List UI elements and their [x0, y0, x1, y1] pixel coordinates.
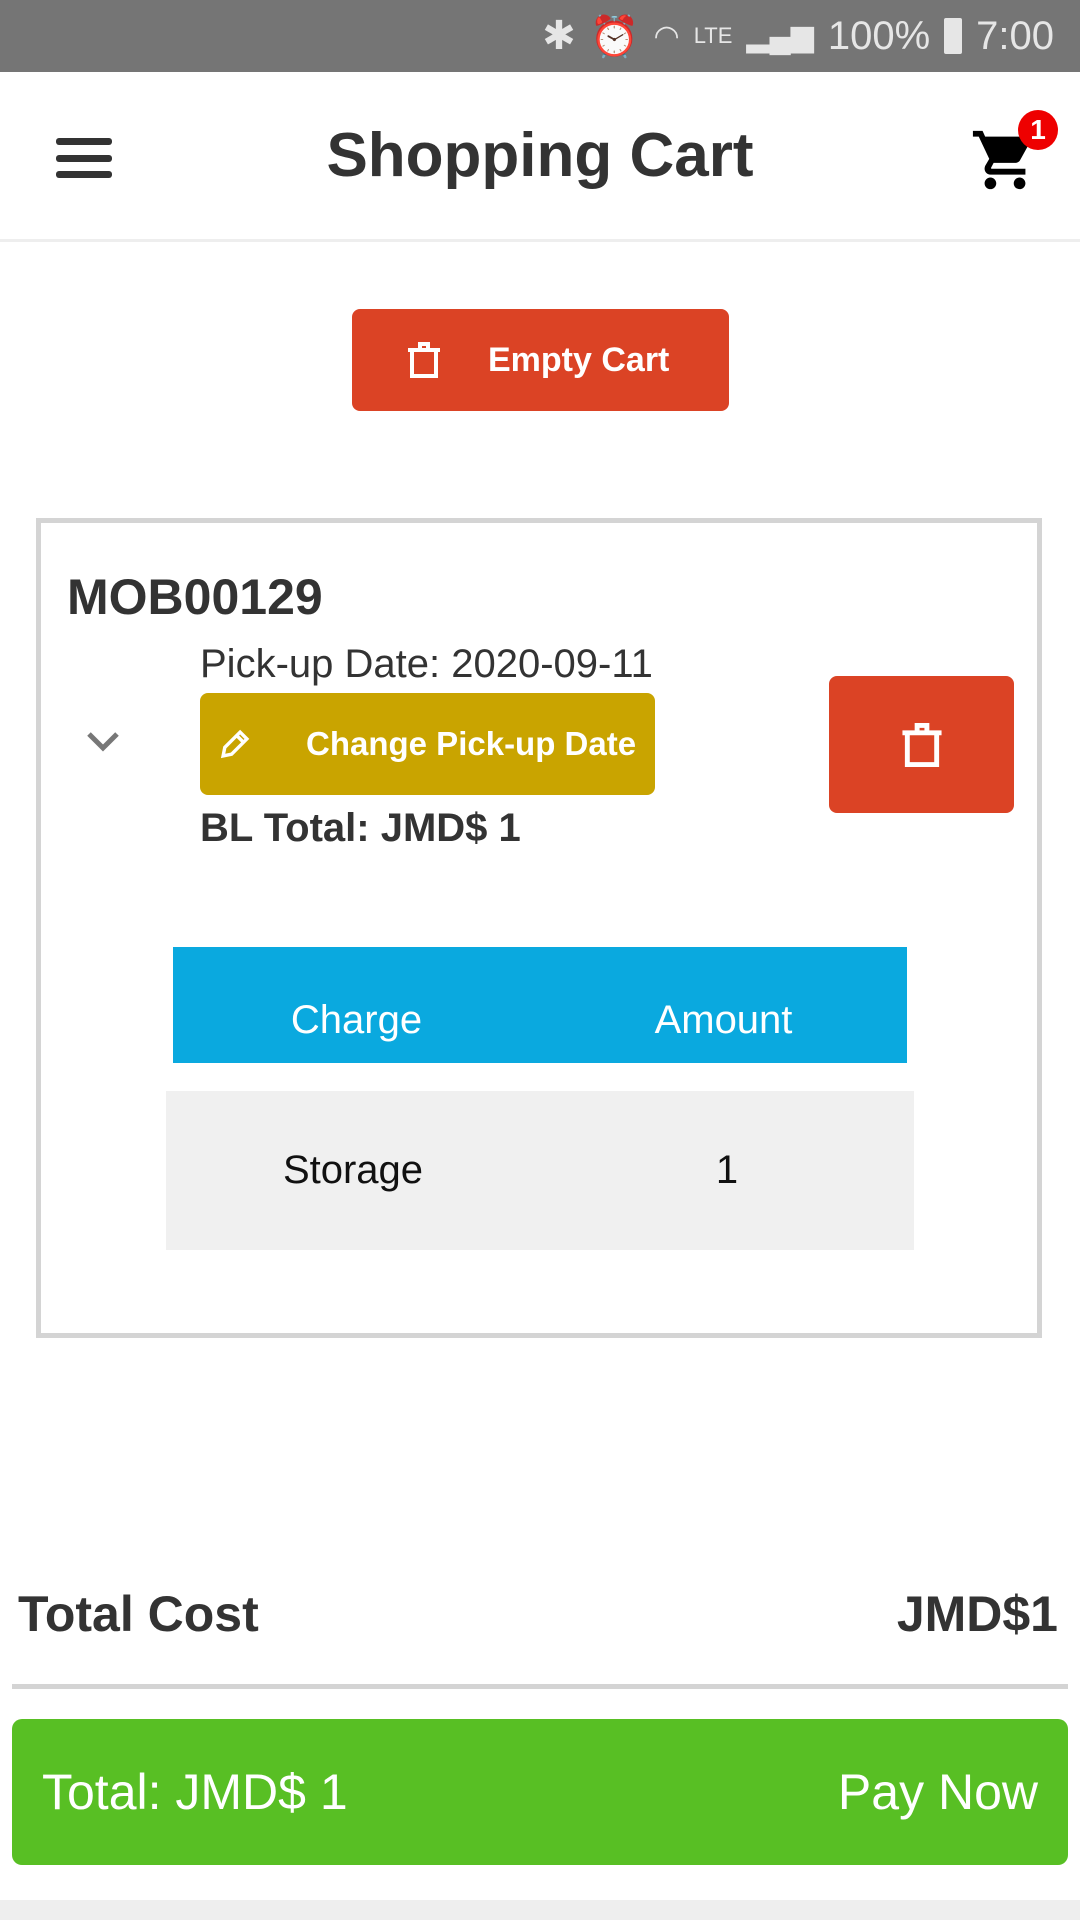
trash-icon [901, 722, 942, 767]
chevron-down-icon[interactable] [86, 730, 120, 754]
pencil-icon [220, 729, 250, 759]
battery-icon [944, 18, 963, 54]
divider [12, 1684, 1068, 1689]
bluetooth-icon: ✱ [542, 14, 576, 58]
column-header: Charge [290, 998, 423, 1042]
pay-total: Total: JMD$ 1 [42, 1764, 348, 1820]
column-header: Amount [654, 998, 793, 1042]
network-label: LTE [693, 23, 733, 48]
charges-table-header: Charge Amount [173, 947, 907, 1063]
bl-total: BL Total: JMD$ 1 [200, 806, 521, 850]
empty-cart-button[interactable]: Empty Cart [352, 309, 729, 411]
delete-item-button[interactable] [829, 676, 1014, 813]
bottom-strip [0, 1900, 1080, 1920]
change-pickup-label: Change Pick-up Date [306, 725, 637, 762]
total-cost-label: Total Cost [18, 1586, 259, 1642]
change-pickup-date-button[interactable]: Change Pick-up Date [200, 693, 655, 795]
status-bar: ✱ ⏰ ◠ LTE ▂▄▆ 100% 7:00 [0, 0, 1080, 72]
signal-icon: ▂▄▆ [746, 19, 814, 53]
bl-number: MOB00129 [67, 569, 323, 625]
wifi-icon: ◠ [653, 19, 680, 53]
total-cost-value: JMD$1 [896, 1586, 1058, 1642]
amount-cell: 1 [715, 1148, 739, 1192]
pay-now-button[interactable]: Total: JMD$ 1 Pay Now [12, 1719, 1068, 1865]
alarm-icon: ⏰ [589, 14, 640, 59]
pickup-date: Pick-up Date: 2020-09-11 [200, 642, 653, 686]
empty-cart-label: Empty Cart [488, 340, 670, 379]
table-row: Storage 1 [166, 1091, 914, 1250]
trash-icon [408, 342, 440, 378]
cart-count-badge: 1 [1018, 110, 1058, 150]
charge-cell: Storage [282, 1148, 424, 1192]
pay-now-label: Pay Now [837, 1764, 1038, 1820]
clock: 7:00 [976, 13, 1054, 58]
page-title: Shopping Cart [326, 121, 754, 190]
battery-percent: 100% [827, 13, 931, 58]
